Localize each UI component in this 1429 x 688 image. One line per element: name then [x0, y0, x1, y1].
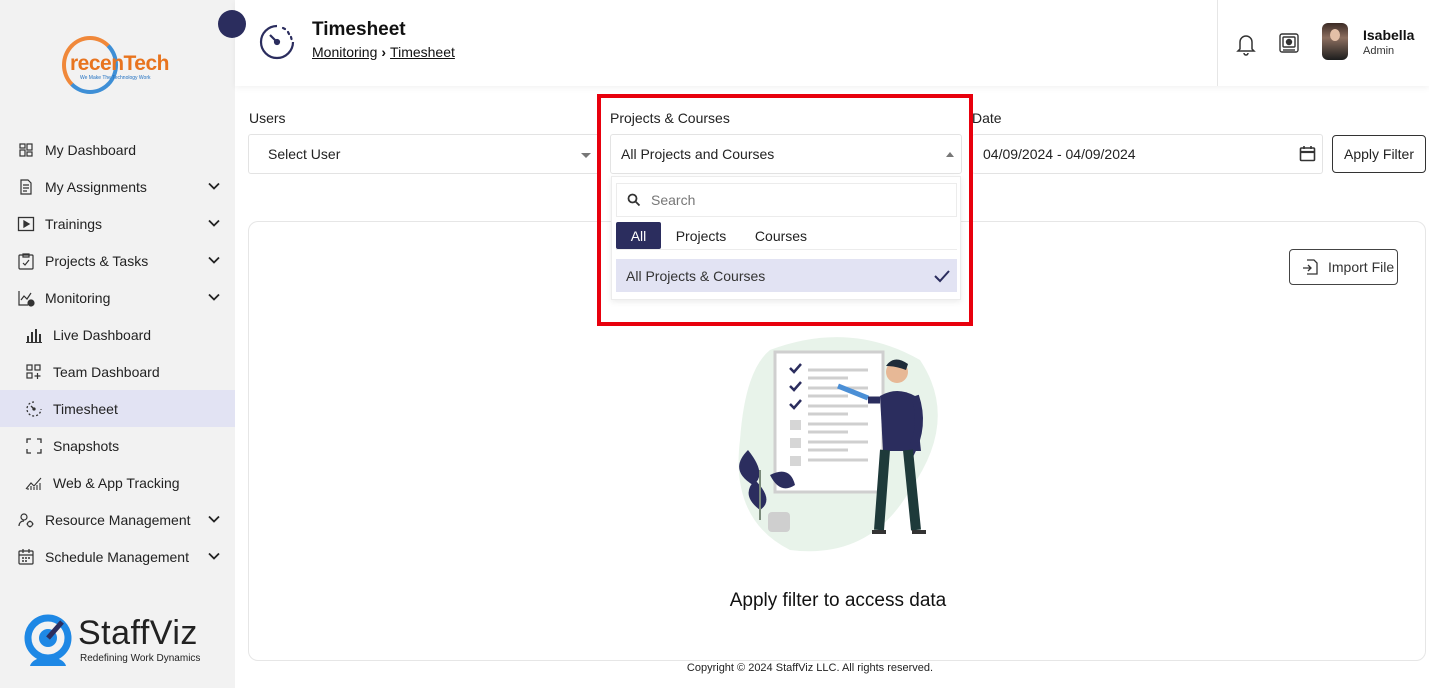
sidebar-item-team-dashboard[interactable]: Team Dashboard: [0, 353, 235, 390]
company-logo-tagline: We Make The Technology Work: [80, 75, 151, 81]
calendar-icon: [16, 547, 36, 567]
chevron-down-icon[interactable]: [207, 290, 221, 304]
users-select-value: Select User: [268, 146, 341, 162]
chevron-down-icon[interactable]: [207, 512, 221, 526]
company-logo[interactable]: recenTech We Make The Technology Work: [58, 34, 182, 98]
company-logo-text: recenTech: [70, 52, 170, 75]
empty-state-illustration: [738, 337, 938, 552]
staffviz-emblem-icon: [24, 614, 72, 666]
sidebar-collapse-button[interactable]: [218, 10, 246, 38]
sidebar-item-label: Snapshots: [53, 437, 120, 454]
sidebar-item-label: Schedule Management: [45, 548, 189, 565]
sidebar-nav: My Dashboard My Assignments Trainings Pr…: [0, 131, 235, 575]
sidebar-item-label: Projects & Tasks: [45, 252, 149, 269]
header-divider: [1217, 0, 1218, 86]
sidebar-item-label: My Assignments: [45, 178, 147, 195]
timer-icon: [24, 399, 44, 419]
sidebar-item-live-dashboard[interactable]: Live Dashboard: [0, 316, 235, 353]
sidebar-item-resource-management[interactable]: Resource Management: [0, 501, 235, 538]
users-filter-label: Users: [249, 110, 286, 126]
trend-icon: [24, 473, 44, 493]
staffviz-logo: StaffViz Redefining Work Dynamics: [22, 612, 227, 670]
projects-courses-dropdown: Search All Projects Courses All Projects…: [611, 176, 961, 300]
activity-tracker-icon[interactable]: [1278, 32, 1300, 54]
sidebar-item-web-app-tracking[interactable]: Web & App Tracking: [0, 464, 235, 501]
sidebar-item-label: Trainings: [45, 215, 103, 232]
projects-courses-select[interactable]: All Projects and Courses: [610, 134, 962, 174]
tab-courses[interactable]: Courses: [741, 222, 821, 249]
projects-select-value: All Projects and Courses: [621, 146, 775, 162]
sidebar-item-my-dashboard[interactable]: My Dashboard: [0, 131, 235, 168]
sidebar-item-projects-tasks[interactable]: Projects & Tasks: [0, 242, 235, 279]
date-range-value: 04/09/2024 - 04/09/2024: [983, 146, 1136, 162]
sidebar-item-monitoring[interactable]: Monitoring: [0, 279, 235, 316]
sidebar-item-label: Timesheet: [53, 400, 118, 417]
staffviz-wordmark: StaffViz: [78, 614, 198, 652]
users-select[interactable]: Select User: [248, 134, 600, 174]
sidebar-item-label: Live Dashboard: [53, 326, 152, 343]
dropdown-option-all-projects-courses[interactable]: All Projects & Courses: [616, 259, 957, 292]
dropdown-search-input[interactable]: Search: [616, 183, 957, 217]
page-title: Timesheet: [312, 19, 406, 40]
snapshot-frame-icon: [24, 436, 44, 456]
footer-copyright: Copyright © 2024 StaffViz LLC. All right…: [686, 662, 934, 674]
caret-up-icon: [946, 152, 954, 157]
dropdown-tabs: All Projects Courses: [616, 222, 957, 250]
tab-all[interactable]: All: [616, 222, 661, 249]
sidebar-item-label: Web & App Tracking: [53, 474, 180, 491]
sidebar-item-schedule-management[interactable]: Schedule Management: [0, 538, 235, 575]
dropdown-option-label: All Projects & Courses: [626, 267, 766, 284]
monitoring-icon: [16, 288, 36, 308]
bar-chart-icon: [24, 325, 44, 345]
projects-filter-label: Projects & Courses: [610, 110, 730, 126]
dashboard-icon: [16, 140, 36, 160]
resource-icon: [16, 510, 36, 530]
staffviz-tagline: Redefining Work Dynamics: [80, 653, 201, 664]
sidebar-item-trainings[interactable]: Trainings: [0, 205, 235, 242]
tab-projects[interactable]: Projects: [661, 222, 741, 249]
breadcrumb-separator: ›: [381, 44, 387, 60]
chevron-down-icon[interactable]: [207, 179, 221, 193]
chevron-down-icon[interactable]: [207, 549, 221, 563]
search-icon: [627, 193, 641, 207]
sidebar-item-snapshots[interactable]: Snapshots: [0, 427, 235, 464]
top-header: Timesheet Monitoring › Timesheet Isabell…: [235, 0, 1429, 86]
assignments-icon: [16, 177, 36, 197]
apply-filter-button[interactable]: Apply Filter: [1332, 135, 1426, 173]
sidebar-item-my-assignments[interactable]: My Assignments: [0, 168, 235, 205]
grid-plus-icon: [24, 362, 44, 382]
user-avatar[interactable]: [1322, 23, 1348, 60]
notification-bell-icon[interactable]: [1235, 32, 1257, 56]
import-file-icon: [1303, 259, 1318, 275]
user-role: Admin: [1363, 45, 1395, 57]
sidebar-item-timesheet[interactable]: Timesheet: [0, 390, 235, 427]
sidebar: recenTech We Make The Technology Work My…: [0, 0, 235, 688]
breadcrumb-link-monitoring[interactable]: Monitoring: [312, 44, 377, 60]
chevron-down-icon[interactable]: [207, 216, 221, 230]
training-icon: [16, 214, 36, 234]
date-filter-label: Date: [972, 110, 1002, 126]
sidebar-item-label: Team Dashboard: [53, 363, 160, 380]
checkmark-icon: [934, 270, 950, 283]
calendar-icon[interactable]: [1299, 145, 1316, 162]
sidebar-item-label: Monitoring: [45, 289, 111, 306]
sidebar-item-label: Resource Management: [45, 511, 191, 528]
date-range-input[interactable]: 04/09/2024 - 04/09/2024: [972, 134, 1323, 174]
caret-down-icon: [581, 153, 591, 158]
import-file-button[interactable]: Import File: [1289, 249, 1398, 285]
timer-icon: [259, 24, 295, 60]
sidebar-item-label: My Dashboard: [45, 141, 137, 158]
clipboard-icon: [16, 251, 36, 271]
breadcrumb-link-timesheet[interactable]: Timesheet: [390, 44, 455, 60]
empty-state-message: Apply filter to access data: [729, 590, 947, 611]
search-placeholder: Search: [651, 192, 696, 208]
user-name: Isabella: [1363, 27, 1415, 43]
import-file-label: Import File: [1328, 259, 1395, 275]
chevron-down-icon[interactable]: [207, 253, 221, 267]
breadcrumb: Monitoring › Timesheet: [312, 44, 455, 60]
